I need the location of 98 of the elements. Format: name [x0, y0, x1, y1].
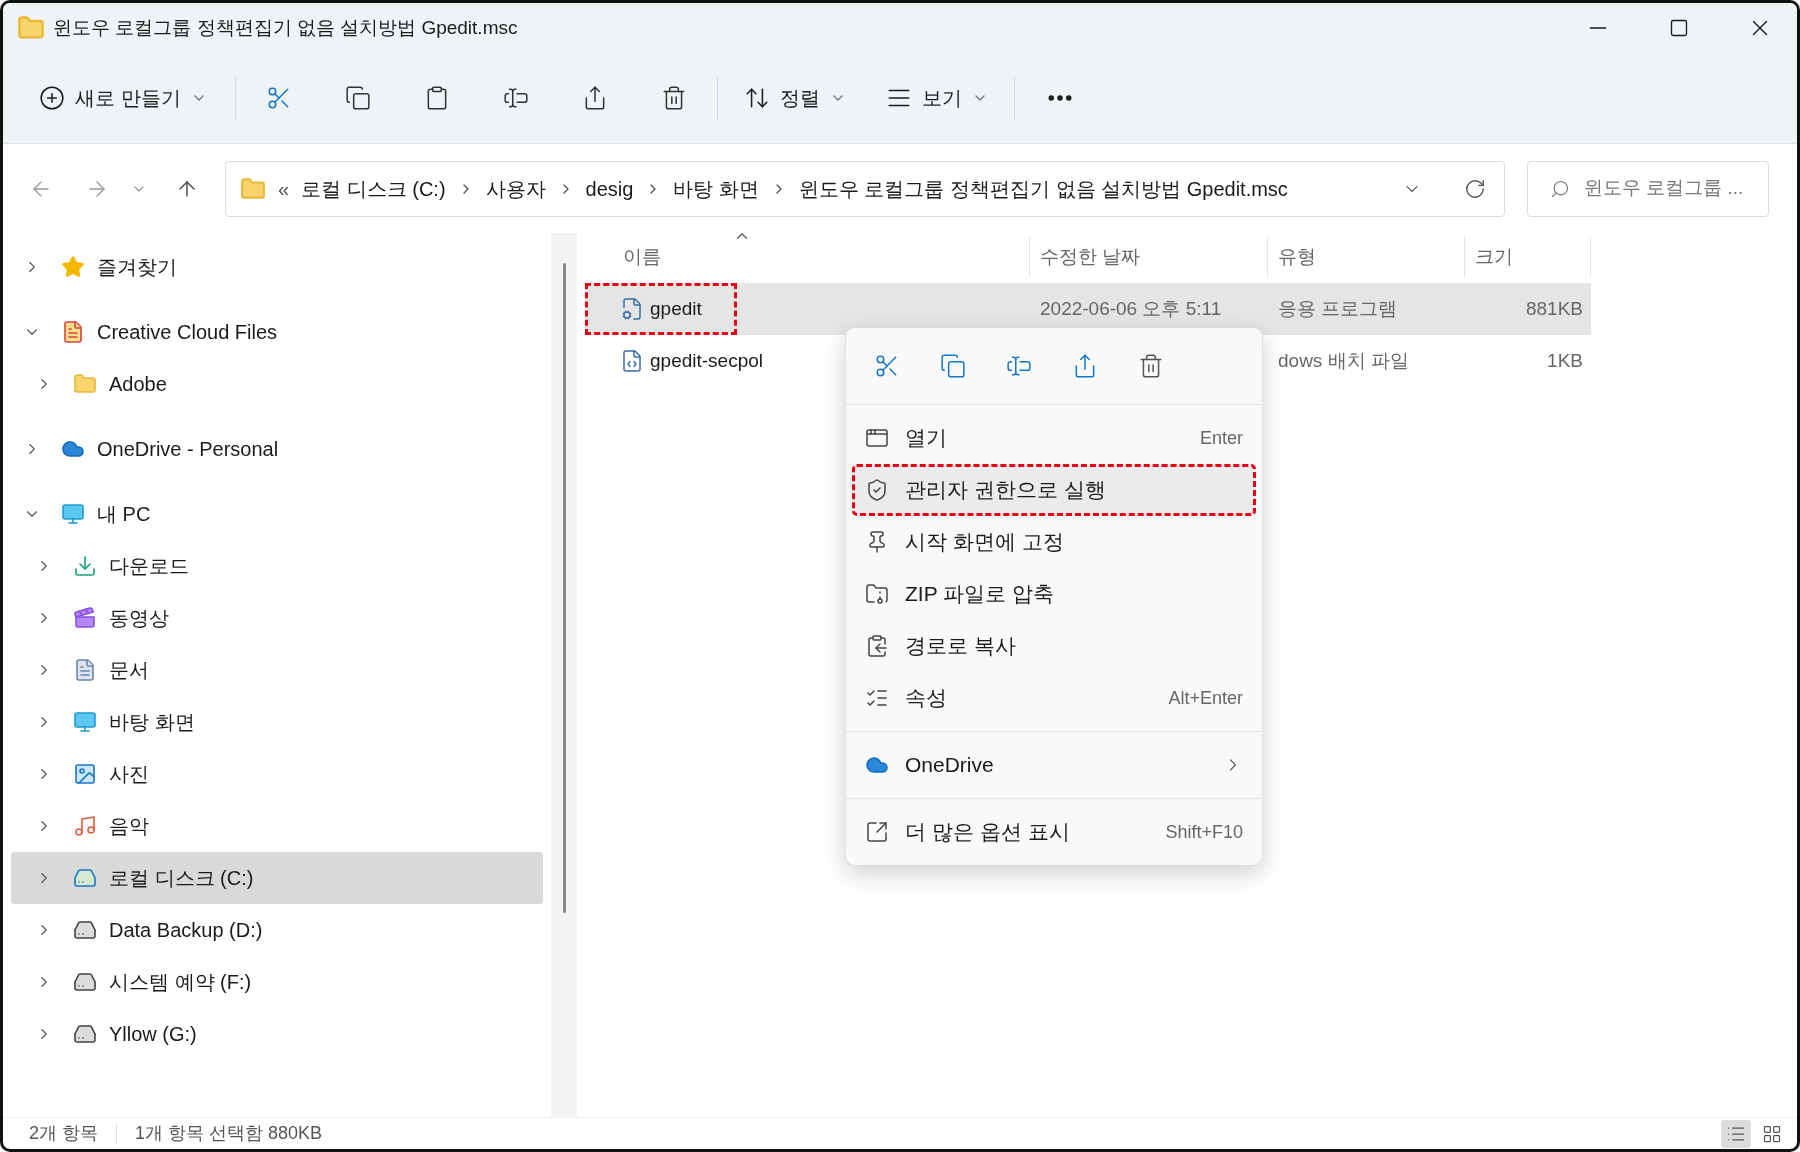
grid-icon: [1762, 1123, 1782, 1144]
details-view-button[interactable]: [1721, 1119, 1751, 1148]
sidebar-item[interactable]: Data Backup (D:): [11, 904, 543, 956]
breadcrumb[interactable]: 사용자: [485, 173, 546, 204]
drive-icon: [73, 866, 97, 890]
download-icon: [73, 554, 97, 578]
monitor-icon: [61, 502, 85, 526]
sidebar-label: 시스템 예약 (F:): [109, 970, 252, 995]
sidebar-label: 로컬 디스크 (C:): [109, 866, 254, 891]
folder-icon: [73, 372, 97, 396]
scrollbar-thumb[interactable]: [562, 263, 566, 913]
sidebar-label: 다운로드: [109, 554, 189, 579]
menu-item[interactable]: ZIP 파일로 압축: [852, 568, 1256, 620]
sidebar-item[interactable]: 다운로드: [11, 540, 543, 592]
address-bar[interactable]: « 로컬 디스크 (C:) 사용자 desig 바탕 화면 윈도우 로컬그룹 정책편집기 없음 설치방법 Gpedit.msc: [225, 160, 1505, 217]
sidebar-label: 사진: [109, 762, 149, 787]
file-row[interactable]: gpedit-secpol dows 배치 파일 1KB: [585, 335, 1591, 387]
maximize-icon[interactable]: [1669, 18, 1689, 38]
menu-item[interactable]: 속성 Alt+Enter: [852, 672, 1256, 724]
sidebar-label: 문서: [109, 658, 149, 683]
modified-date: 2022-06-06 오후 5:11: [1039, 296, 1223, 321]
file-type: dows 배치 파일: [1277, 348, 1410, 373]
sidebar-item[interactable]: 시스템 예약 (F:): [11, 956, 543, 1008]
sidebar-label: Yllow (G:): [109, 1022, 197, 1047]
refresh-icon[interactable]: [1464, 177, 1486, 200]
file-size: 881KB: [1524, 296, 1584, 321]
plus-icon: [39, 85, 65, 111]
file-name: gpedit: [650, 296, 702, 321]
overflow-marker[interactable]: «: [278, 173, 290, 204]
sidebar-label: Data Backup (D:): [109, 918, 263, 943]
sidebar-label: 바탕 화면: [109, 710, 195, 735]
sidebar-item[interactable]: 바탕 화면: [11, 696, 543, 748]
zip-folder-icon: [865, 582, 889, 606]
menu-item[interactable]: 관리자 권한으로 실행: [852, 464, 1256, 516]
sidebar-label: 음악: [109, 814, 149, 839]
picture-icon: [73, 762, 97, 786]
selection-info: 1개 항목 선택함 880KB: [135, 1122, 323, 1145]
drive-icon: [73, 918, 97, 942]
sort-button[interactable]: 정렬: [743, 83, 846, 113]
menu-item[interactable]: 열기 Enter: [852, 412, 1256, 464]
sidebar-label: Creative Cloud Files: [97, 320, 278, 345]
document-icon: [73, 658, 97, 682]
star-icon: [61, 255, 85, 279]
shield-icon: [865, 478, 889, 502]
breadcrumb[interactable]: desig: [585, 173, 634, 204]
new-button[interactable]: 새로 만들기: [37, 73, 209, 123]
document-icon: [61, 320, 85, 344]
file-size: 1KB: [1546, 348, 1584, 373]
sidebar-label: 내 PC: [97, 502, 151, 527]
sidebar-item[interactable]: OneDrive - Personal: [11, 423, 543, 475]
sidebar-item[interactable]: 로컬 디스크 (C:): [11, 852, 543, 904]
menu-item[interactable]: 경로로 복사: [852, 620, 1256, 672]
desktop-icon: [73, 710, 97, 734]
breadcrumb[interactable]: 로컬 디스크 (C:): [301, 173, 446, 204]
clipboard-icon: [865, 634, 889, 658]
folder-icon: [240, 175, 266, 202]
sidebar-item[interactable]: 동영상: [11, 592, 543, 644]
copy-icon[interactable]: [344, 85, 371, 111]
view-button[interactable]: 보기: [885, 83, 988, 113]
breadcrumb[interactable]: 윈도우 로컬그룹 정책편집기 없음 설치방법 Gpedit.msc: [798, 173, 1288, 204]
file-type: 응용 프로그램: [1277, 296, 1399, 321]
breadcrumb[interactable]: 바탕 화면: [673, 173, 759, 204]
drive-icon: [73, 970, 97, 994]
sidebar-item[interactable]: 내 PC: [11, 488, 543, 540]
search-icon: [1550, 178, 1570, 199]
menu-item[interactable]: 더 많은 옵션 표시 Shift+F10: [852, 806, 1256, 858]
sidebar-item[interactable]: Creative Cloud Files: [11, 306, 543, 358]
sidebar-label: 동영상: [109, 606, 169, 631]
file-row[interactable]: gpedit 2022-06-06 오후 5:11 응용 프로그램 881KB: [585, 283, 1591, 335]
sidebar-item[interactable]: 즐겨찾기: [11, 241, 543, 293]
item-count: 2개 항목: [29, 1122, 98, 1145]
menu-item[interactable]: OneDrive: [852, 739, 1256, 791]
delete-icon[interactable]: [660, 85, 687, 111]
sidebar-label: Adobe: [109, 372, 167, 397]
sidebar-item[interactable]: Adobe: [11, 358, 543, 410]
video-icon: [73, 606, 97, 630]
menu-item[interactable]: 시작 화면에 고정: [852, 516, 1256, 568]
sidebar-label: 즐겨찾기: [97, 255, 177, 280]
music-icon: [73, 814, 97, 838]
column-header[interactable]: 유형: [1278, 242, 1316, 272]
window-title: 윈도우 로컬그룹 정책편집기 없음 설치방법 Gpedit.msc: [53, 15, 518, 40]
file-icon: [620, 349, 644, 373]
sidebar-item[interactable]: 문서: [11, 644, 543, 696]
window-icon: [865, 426, 889, 450]
column-header[interactable]: 이름: [623, 242, 661, 272]
delete-icon[interactable]: [1138, 353, 1164, 379]
file-name: gpedit-secpol: [650, 348, 764, 373]
search-field[interactable]: 윈도우 로컬그룹 ...: [1527, 160, 1769, 217]
folder-icon: [17, 14, 45, 42]
external-icon: [865, 820, 889, 844]
sidebar-item[interactable]: 음악: [11, 800, 543, 852]
sidebar-item[interactable]: 사진: [11, 748, 543, 800]
column-header[interactable]: 크기: [1475, 242, 1513, 272]
sidebar-label: OneDrive - Personal: [97, 437, 279, 462]
sidebar-item[interactable]: Yllow (G:): [11, 1008, 543, 1060]
file-icon: [620, 297, 644, 321]
drive-icon: [73, 1022, 97, 1046]
column-header[interactable]: 수정한 날짜: [1040, 242, 1141, 272]
